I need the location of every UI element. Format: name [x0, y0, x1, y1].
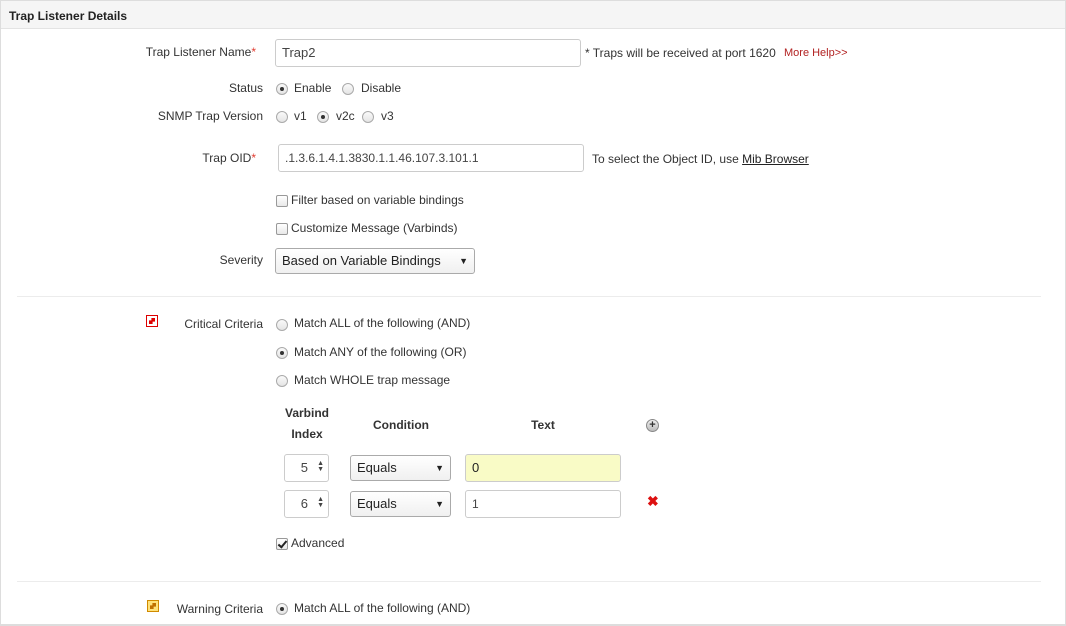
- filter-varbinds-checkbox[interactable]: [276, 195, 288, 207]
- status-enable-radio[interactable]: [276, 83, 288, 95]
- panel-title: Trap Listener Details: [1, 1, 1065, 29]
- severity-select-value: Based on Variable Bindings: [282, 253, 441, 268]
- warning-match-all-radio[interactable]: [276, 603, 288, 615]
- critical-match-all-label: Match ALL of the following (AND): [294, 316, 471, 330]
- status-disable-label: Disable: [361, 81, 402, 95]
- oid-note-text: To select the Object ID, use: [592, 152, 739, 166]
- varbind-index-stepper[interactable]: 5 ▲ ▼: [284, 454, 329, 482]
- snmp-v3-label: v3: [381, 109, 394, 123]
- trap-oid-label-text: Trap OID: [202, 151, 252, 165]
- varbind-index-stepper[interactable]: 6 ▲ ▼: [284, 490, 329, 518]
- col-index-label: Index: [291, 427, 323, 441]
- critical-match-all-radio[interactable]: [276, 319, 288, 331]
- critical-match-any-label: Match ANY of the following (OR): [294, 345, 467, 359]
- warning-match-all-label: Match ALL of the following (AND): [294, 601, 471, 615]
- critical-match-any-radio[interactable]: [276, 347, 288, 359]
- status-label: Status: [228, 81, 263, 95]
- snmp-v3-radio[interactable]: [362, 111, 374, 123]
- severity-select[interactable]: Based on Variable Bindings ▼: [275, 248, 475, 274]
- varbind-index-value: 6: [300, 496, 308, 511]
- varbind-index-value: 5: [300, 460, 308, 475]
- condition-select[interactable]: Equals ▼: [350, 491, 451, 517]
- chevron-down-icon: ▼: [435, 499, 444, 509]
- warning-criteria-label: Warning Criteria: [176, 602, 263, 616]
- severity-label: Severity: [219, 253, 263, 267]
- delete-row-icon[interactable]: ✖: [647, 493, 659, 510]
- trap-name-label-text: Trap Listener Name: [145, 45, 252, 59]
- customize-message-label: Customize Message (Varbinds): [291, 221, 458, 235]
- col-varbind-index-header: Varbind Index: [277, 406, 337, 441]
- col-text-header: Text: [531, 418, 555, 432]
- snmp-v2c-radio[interactable]: [317, 111, 329, 123]
- condition-select-value: Equals: [357, 460, 397, 475]
- critical-criteria-label: Critical Criteria: [184, 317, 263, 331]
- chevron-down-icon: ▼: [435, 463, 444, 473]
- oid-note: To select the Object ID, use Mib Browser: [592, 152, 809, 166]
- required-mark: *: [251, 45, 256, 59]
- snmp-v1-label: v1: [294, 109, 307, 123]
- trap-oid-label: Trap OID*: [56, 151, 256, 165]
- mib-browser-link[interactable]: Mib Browser: [742, 152, 809, 166]
- trap-name-input[interactable]: Trap2: [275, 39, 581, 67]
- stepper-arrows-icon[interactable]: ▲ ▼: [316, 496, 324, 509]
- condition-text-input[interactable]: 0: [465, 454, 621, 482]
- filter-varbinds-label: Filter based on variable bindings: [291, 193, 464, 207]
- section-divider: [17, 581, 1041, 582]
- condition-select[interactable]: Equals ▼: [350, 455, 451, 481]
- trap-oid-input[interactable]: .1.3.6.1.4.1.3830.1.1.46.107.3.101.1: [278, 144, 584, 172]
- critical-match-whole-radio[interactable]: [276, 375, 288, 387]
- snmp-v1-radio[interactable]: [276, 111, 288, 123]
- section-divider: [17, 296, 1041, 297]
- condition-text-input[interactable]: 1: [465, 490, 621, 518]
- required-mark: *: [251, 151, 256, 165]
- condition-select-value: Equals: [357, 496, 397, 511]
- advanced-label: Advanced: [291, 536, 345, 550]
- snmp-v2c-label: v2c: [336, 109, 355, 123]
- col-condition-header: Condition: [373, 418, 429, 432]
- advanced-checkbox[interactable]: [276, 538, 288, 550]
- trap-listener-panel: Trap Listener Details Trap Listener Name…: [0, 0, 1066, 626]
- add-row-icon[interactable]: +: [646, 419, 659, 432]
- critical-match-whole-label: Match WHOLE trap message: [294, 373, 451, 387]
- trap-name-label: Trap Listener Name*: [56, 45, 256, 59]
- more-help-link[interactable]: More Help>>: [784, 47, 848, 59]
- customize-message-checkbox[interactable]: [276, 223, 288, 235]
- chevron-down-icon: ▼: [459, 256, 468, 266]
- status-disable-radio[interactable]: [342, 83, 354, 95]
- snmp-version-label: SNMP Trap Version: [157, 109, 263, 123]
- col-varbind-label: Varbind: [284, 406, 329, 420]
- status-enable-label: Enable: [294, 81, 332, 95]
- stepper-arrows-icon[interactable]: ▲ ▼: [316, 460, 324, 473]
- port-note: * Traps will be received at port 1620: [585, 46, 776, 60]
